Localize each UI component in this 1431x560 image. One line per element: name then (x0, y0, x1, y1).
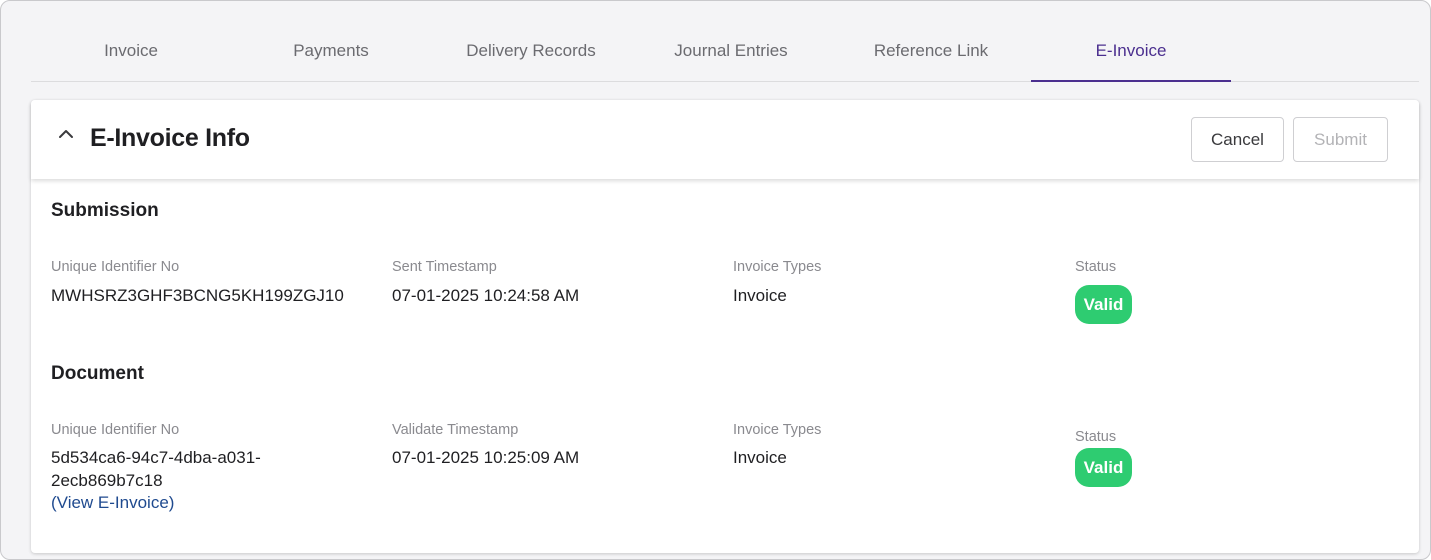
document-status-label: Status (1075, 429, 1117, 445)
card-title: E-Invoice Info (90, 124, 250, 152)
tab-e-invoice[interactable]: E-Invoice (1031, 21, 1231, 82)
document-uin-value-line1: 5d534ca6-94c7-4dba-a031- (51, 448, 261, 467)
tab-bar: Invoice Payments Delivery Records Journa… (31, 21, 1419, 82)
chevron-up-icon[interactable] (57, 125, 75, 143)
submission-uin-value: MWHSRZ3GHF3BCNG5KH199ZGJ10 (51, 286, 344, 305)
submission-status-label: Status (1075, 259, 1117, 275)
submission-section-title: Submission (51, 200, 159, 221)
e-invoice-info-card: E-Invoice Info Cancel Submit Submission … (31, 100, 1419, 553)
submission-timestamp-label: Sent Timestamp (392, 259, 497, 275)
document-uin-label: Unique Identifier No (51, 422, 180, 438)
submission-invoice-types-label: Invoice Types (733, 259, 822, 275)
card-header: E-Invoice Info Cancel Submit (31, 100, 1419, 179)
submission-invoice-types-value: Invoice (733, 286, 787, 305)
tab-invoice[interactable]: Invoice (31, 21, 231, 81)
document-section-title: Document (51, 363, 144, 384)
document-timestamp-label: Validate Timestamp (392, 422, 519, 438)
tab-payments[interactable]: Payments (231, 21, 431, 81)
tab-reference-link[interactable]: Reference Link (831, 21, 1031, 81)
document-invoice-types-value: Invoice (733, 448, 787, 467)
tab-journal-entries[interactable]: Journal Entries (631, 21, 831, 81)
window-frame: Invoice Payments Delivery Records Journa… (0, 0, 1431, 560)
submit-button[interactable]: Submit (1293, 117, 1388, 162)
submission-status-badge: Valid (1075, 285, 1132, 324)
document-uin-value-line2: 2ecb869b7c18 (51, 471, 163, 490)
submission-uin-label: Unique Identifier No (51, 259, 180, 275)
document-status-badge: Valid (1075, 448, 1132, 487)
document-invoice-types-label: Invoice Types (733, 422, 822, 438)
tab-delivery-records[interactable]: Delivery Records (431, 21, 631, 81)
view-e-invoice-link[interactable]: (View E-Invoice) (51, 493, 174, 513)
cancel-button[interactable]: Cancel (1191, 117, 1284, 162)
submission-timestamp-value: 07-01-2025 10:24:58 AM (392, 286, 580, 305)
document-timestamp-value: 07-01-2025 10:25:09 AM (392, 448, 580, 467)
